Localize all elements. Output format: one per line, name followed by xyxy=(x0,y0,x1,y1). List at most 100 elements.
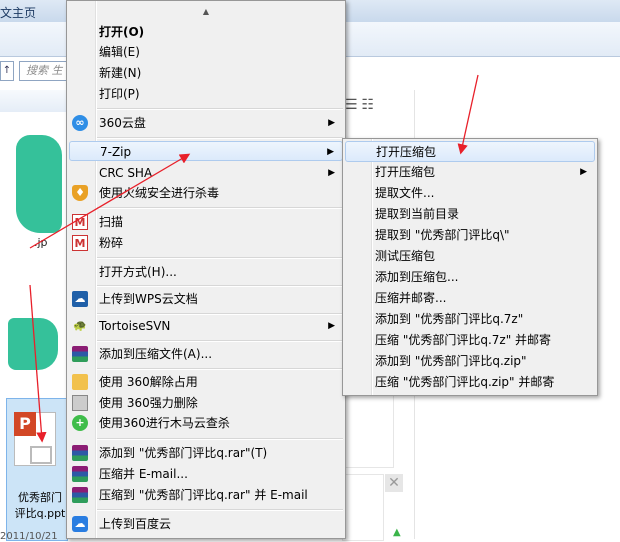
context-menu: ▲ 打开(O) 编辑(E) 新建(N) 打印(P) ∞ 360云盘 ▶ 7-Zi… xyxy=(66,0,346,539)
zip-item-open-archive-sub[interactable]: 打开压缩包 ▶ xyxy=(345,162,595,183)
menu-item-label: 添加到压缩包... xyxy=(375,270,459,284)
menu-item-label: 提取文件... xyxy=(375,186,435,200)
menu-item-label: 压缩并邮寄... xyxy=(375,291,447,305)
menu-item-label: 压缩 "优秀部门评比q.zip" 并邮寄 xyxy=(375,375,555,389)
menu-item-label: 使用360进行木马云查杀 xyxy=(99,416,230,430)
cloud-360-icon: ∞ xyxy=(72,115,88,131)
mcafee-shred-icon: M xyxy=(72,235,88,251)
menu-item-scan[interactable]: M 扫描 xyxy=(69,212,343,232)
close-icon[interactable]: ✕ xyxy=(385,474,403,492)
zip-item-extract-to-folder[interactable]: 提取到 "优秀部门评比q\" xyxy=(345,225,595,246)
zip-item-extract-here[interactable]: 提取到当前目录 xyxy=(345,204,595,225)
menu-item-add-archive[interactable]: 添加到压缩文件(A)... xyxy=(69,344,343,364)
baidu-cloud-icon: ☁ xyxy=(72,516,88,532)
menu-item-open[interactable]: 打开(O) xyxy=(69,22,343,42)
menu-item-label: CRC SHA xyxy=(99,166,153,180)
force-delete-360-icon xyxy=(72,395,88,411)
menu-separator xyxy=(97,207,343,209)
menu-item-wps-upload[interactable]: ☁ 上传到WPS云文档 xyxy=(69,289,343,309)
menu-item-360-force-delete[interactable]: 使用 360强力删除 xyxy=(69,393,343,413)
menu-item-tortoisesvn[interactable]: 🐢 TortoiseSVN ▶ xyxy=(69,316,343,336)
menu-item-label: 打印(P) xyxy=(99,87,140,101)
redaction-blob xyxy=(8,318,58,370)
zip-item-open-archive[interactable]: 打开压缩包 xyxy=(345,141,595,162)
slide-layout-icon xyxy=(30,446,52,464)
menu-item-label: 上传到百度云 xyxy=(99,517,172,531)
menu-item-edit[interactable]: 编辑(E) xyxy=(69,42,343,62)
scroll-up-arrow-icon[interactable]: ▲ xyxy=(67,1,345,21)
menu-item-label: 压缩并 E-mail... xyxy=(99,467,188,481)
zip-item-extract-files[interactable]: 提取文件... xyxy=(345,183,595,204)
winrar-icon xyxy=(72,445,88,461)
menu-separator xyxy=(97,285,343,287)
command-bar xyxy=(0,90,66,113)
redaction-blob xyxy=(16,135,62,233)
nav-up-button[interactable]: ↑ xyxy=(0,61,14,81)
powerpoint-badge-icon: P xyxy=(14,412,36,436)
menu-item-label: 打开压缩包 xyxy=(376,145,437,159)
selected-file-name: 优秀部门评比q.ppt xyxy=(14,491,66,520)
winrar-icon xyxy=(72,487,88,503)
submenu-arrow-icon: ▶ xyxy=(328,168,335,178)
menu-item-label: 使用 360解除占用 xyxy=(99,375,198,389)
preview-frame xyxy=(342,394,394,468)
menu-item-label: 打开压缩包 xyxy=(375,165,436,179)
tortoisesvn-icon: 🐢 xyxy=(73,319,87,332)
menu-item-shred[interactable]: M 粉碎 xyxy=(69,233,343,253)
menu-item-label: 提取到 "优秀部门评比q\" xyxy=(375,228,510,242)
menu-separator xyxy=(97,438,343,440)
menu-item-huorong-scan[interactable]: ♦ 使用火绒安全进行杀毒 xyxy=(69,183,343,203)
zip-item-compress-zip-email[interactable]: 压缩 "优秀部门评比q.zip" 并邮寄 xyxy=(345,372,595,393)
menu-item-label: 粉碎 xyxy=(99,236,124,250)
zip-item-compress-email[interactable]: 压缩并邮寄... xyxy=(345,288,595,309)
menu-item-new[interactable]: 新建(N) xyxy=(69,63,343,83)
menu-item-baidu-upload[interactable]: ☁ 上传到百度云 xyxy=(69,514,343,534)
menu-item-label: TortoiseSVN xyxy=(99,319,171,333)
menu-item-label: 打开方式(H)... xyxy=(99,265,177,279)
wps-cloud-icon: ☁ xyxy=(72,291,88,307)
menu-item-compress-email[interactable]: 压缩并 E-mail... xyxy=(69,464,343,484)
unlock-360-icon xyxy=(72,374,88,390)
winrar-icon xyxy=(72,466,88,482)
file-date: 2011/10/21 xyxy=(0,531,58,542)
menu-item-compress-rar-email[interactable]: 压缩到 "优秀部门评比q.rar" 并 E-mail xyxy=(69,485,343,505)
file-name-label: .jp xyxy=(34,236,48,249)
menu-item-label: 上传到WPS云文档 xyxy=(99,292,198,306)
menu-item-label: 使用 360强力删除 xyxy=(99,396,198,410)
menu-item-label: 扫描 xyxy=(99,215,124,229)
menu-item-7zip[interactable]: 7-Zip ▶ xyxy=(69,141,343,161)
menu-item-open-with[interactable]: 打开方式(H)... xyxy=(69,262,343,282)
zip-item-add-to-7z[interactable]: 添加到 "优秀部门评比q.7z" xyxy=(345,309,595,330)
zip-item-add-to-archive[interactable]: 添加到压缩包... xyxy=(345,267,595,288)
submenu-arrow-icon: ▶ xyxy=(328,118,335,128)
submenu-arrow-icon: ▶ xyxy=(328,321,335,331)
submenu-arrow-icon: ▶ xyxy=(580,167,587,177)
zip-item-add-to-zip[interactable]: 添加到 "优秀部门评比q.zip" xyxy=(345,351,595,372)
menu-item-label: 添加到 "优秀部门评比q.zip" xyxy=(375,354,527,368)
menu-separator xyxy=(97,313,343,315)
menu-item-360-trojan-scan[interactable]: + 使用360进行木马云查杀 xyxy=(69,413,343,433)
window-title: 文主页 xyxy=(0,6,37,20)
menu-item-label: 添加到 "优秀部门评比q.7z" xyxy=(375,312,524,326)
menu-separator xyxy=(97,108,343,110)
menu-item-360-cloud[interactable]: ∞ 360云盘 ▶ xyxy=(69,113,343,133)
7zip-submenu: 打开压缩包 打开压缩包 ▶ 提取文件... 提取到当前目录 提取到 "优秀部门评比… xyxy=(342,138,598,396)
menu-item-360-unlock[interactable]: 使用 360解除占用 xyxy=(69,372,343,392)
menu-item-add-to-rar[interactable]: 添加到 "优秀部门评比q.rar"(T) xyxy=(69,443,343,463)
menu-separator xyxy=(97,137,343,139)
menu-item-label: 新建(N) xyxy=(99,66,142,80)
view-options-icon[interactable]: ☰☷ xyxy=(345,97,378,113)
zip-item-test-archive[interactable]: 测试压缩包 xyxy=(345,246,595,267)
menu-item-label: 360云盘 xyxy=(99,116,146,130)
search-input[interactable]: 搜索 生 xyxy=(19,61,73,81)
menu-separator xyxy=(97,340,343,342)
green-arrow-icon: ▲ xyxy=(393,527,401,538)
zip-item-compress-7z-email[interactable]: 压缩 "优秀部门评比q.7z" 并邮寄 xyxy=(345,330,595,351)
menu-item-crc-sha[interactable]: CRC SHA ▶ xyxy=(69,163,343,183)
menu-item-label: 压缩到 "优秀部门评比q.rar" 并 E-mail xyxy=(99,488,308,502)
menu-item-print[interactable]: 打印(P) xyxy=(69,84,343,104)
menu-item-label: 添加到 "优秀部门评比q.rar"(T) xyxy=(99,446,268,460)
menu-separator xyxy=(97,368,343,370)
submenu-arrow-icon: ▶ xyxy=(327,147,334,157)
menu-item-label: 测试压缩包 xyxy=(375,249,436,263)
